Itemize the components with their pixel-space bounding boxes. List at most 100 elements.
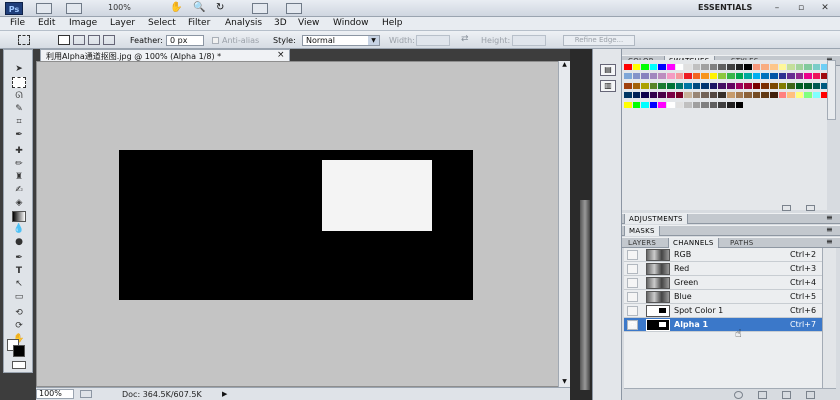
color-swatch[interactable] <box>804 64 812 70</box>
gradient-icon[interactable] <box>12 211 26 222</box>
color-swatch[interactable] <box>787 82 795 89</box>
color-swatch[interactable] <box>744 64 752 70</box>
color-swatch[interactable] <box>624 73 632 80</box>
menu-3d[interactable]: 3D <box>274 18 287 28</box>
color-swatch[interactable] <box>692 92 701 99</box>
color-swatch[interactable] <box>649 73 658 80</box>
color-swatch[interactable] <box>692 64 701 70</box>
menu-image[interactable]: Image <box>69 18 97 28</box>
color-swatch[interactable] <box>727 101 735 108</box>
color-swatch[interactable] <box>752 92 761 99</box>
style-select[interactable]: Normal ▼ <box>302 35 380 46</box>
color-swatch[interactable] <box>718 64 726 70</box>
color-swatch[interactable] <box>632 64 641 70</box>
minimize-icon[interactable]: – <box>770 2 784 14</box>
menu-filter[interactable]: Filter <box>188 18 210 28</box>
new-channel-icon[interactable] <box>782 391 791 399</box>
color-swatch[interactable] <box>778 92 787 99</box>
status-menu-icon[interactable] <box>80 390 92 398</box>
channel-row[interactable]: Spot Color 1 Ctrl+6 <box>624 304 822 318</box>
color-swatch[interactable] <box>812 73 821 80</box>
color-swatch[interactable] <box>666 64 675 70</box>
color-swatch[interactable] <box>795 92 804 99</box>
scroll-up-icon[interactable]: ▲ <box>560 61 569 70</box>
color-swatch[interactable] <box>675 64 684 70</box>
color-swatch[interactable] <box>752 64 761 70</box>
color-swatch[interactable] <box>684 64 692 70</box>
color-swatch[interactable] <box>675 73 684 80</box>
menu-help[interactable]: Help <box>382 18 403 28</box>
color-swatch[interactable] <box>701 101 709 108</box>
color-swatch[interactable] <box>787 73 795 80</box>
actions-panel-icon[interactable]: ▥ <box>600 80 616 92</box>
color-swatch[interactable] <box>735 82 744 89</box>
color-swatch[interactable] <box>624 101 632 108</box>
color-swatch[interactable] <box>727 92 735 99</box>
color-swatch[interactable] <box>666 92 675 99</box>
background-color-swatch[interactable] <box>13 345 25 357</box>
color-swatch[interactable] <box>658 82 666 89</box>
color-swatch[interactable] <box>761 73 769 80</box>
menu-view[interactable]: View <box>298 18 319 28</box>
color-swatch[interactable] <box>701 64 709 70</box>
color-swatch[interactable] <box>769 82 778 89</box>
color-swatch[interactable] <box>804 73 812 80</box>
color-swatch[interactable] <box>735 101 744 108</box>
history-brush-icon[interactable]: ✍ <box>12 185 26 196</box>
zoom-tool-icon[interactable]: 🔍 <box>193 2 205 13</box>
new-selection-icon[interactable] <box>58 35 70 45</box>
load-selection-icon[interactable] <box>734 391 743 399</box>
rectangle-shape-icon[interactable]: ▭ <box>12 292 26 303</box>
antialias-checkbox[interactable] <box>212 37 219 44</box>
color-swatch[interactable] <box>761 92 769 99</box>
workspace-switcher[interactable]: ESSENTIALS <box>698 3 752 12</box>
color-swatch[interactable] <box>795 64 804 70</box>
color-swatch[interactable] <box>727 73 735 80</box>
eyedropper-icon[interactable]: ✒ <box>12 130 26 141</box>
swap-dimensions-icon[interactable]: ⇄ <box>461 34 469 44</box>
type-icon[interactable]: T <box>12 266 26 277</box>
color-swatch[interactable] <box>787 64 795 70</box>
eye-toggle-icon[interactable] <box>627 292 638 302</box>
color-swatch[interactable] <box>701 82 709 89</box>
menu-window[interactable]: Window <box>333 18 369 28</box>
color-swatch[interactable] <box>641 101 649 108</box>
color-swatch[interactable] <box>778 73 787 80</box>
menu-layer[interactable]: Layer <box>110 18 135 28</box>
color-swatch[interactable] <box>675 101 684 108</box>
channel-row[interactable]: Red Ctrl+3 <box>624 262 822 276</box>
document-scrollbar[interactable]: ▲ ▼ <box>558 61 570 387</box>
add-to-selection-icon[interactable] <box>73 35 85 45</box>
3d-orbit-icon[interactable]: ⟳ <box>12 321 26 332</box>
rectangular-marquee-icon[interactable] <box>12 77 26 88</box>
color-swatch[interactable] <box>744 73 752 80</box>
color-swatch[interactable] <box>675 92 684 99</box>
arrange-documents-icon[interactable] <box>252 3 268 14</box>
color-swatch[interactable] <box>709 92 718 99</box>
color-swatch[interactable] <box>812 82 821 89</box>
new-swatch-icon[interactable] <box>782 205 791 211</box>
color-swatch[interactable] <box>684 82 692 89</box>
color-swatch[interactable] <box>624 82 632 89</box>
color-swatch[interactable] <box>684 101 692 108</box>
swatches-scrollbar[interactable] <box>827 60 836 120</box>
color-swatch[interactable] <box>632 101 641 108</box>
color-swatch[interactable] <box>649 101 658 108</box>
eraser-icon[interactable]: ◈ <box>12 198 26 209</box>
color-swatch[interactable] <box>718 92 726 99</box>
eye-visible-icon[interactable]: 👁 <box>627 320 638 330</box>
color-swatch[interactable] <box>649 92 658 99</box>
menu-analysis[interactable]: Analysis <box>225 18 262 28</box>
color-swatch[interactable] <box>769 92 778 99</box>
color-swatch[interactable] <box>727 64 735 70</box>
eye-toggle-icon[interactable] <box>627 278 638 288</box>
color-swatch[interactable] <box>666 101 675 108</box>
color-swatch[interactable] <box>735 64 744 70</box>
eye-toggle-icon[interactable] <box>627 264 638 274</box>
color-swatch[interactable] <box>632 82 641 89</box>
color-swatch[interactable] <box>804 82 812 89</box>
height-input[interactable] <box>512 35 546 46</box>
history-panel-icon[interactable]: ▤ <box>600 64 616 76</box>
color-swatch[interactable] <box>761 64 769 70</box>
color-swatch[interactable] <box>658 73 666 80</box>
